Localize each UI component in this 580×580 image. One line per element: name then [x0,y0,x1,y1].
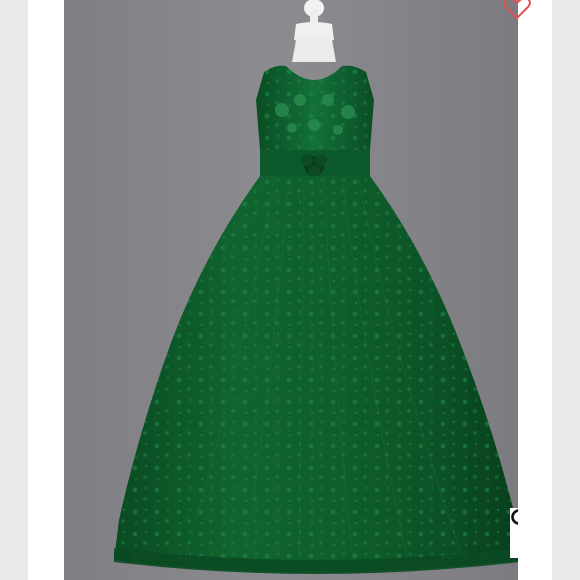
favorite-button[interactable] [500,0,534,22]
zoom-button[interactable] [510,508,518,558]
magnifier-icon [511,509,518,525]
mannequin [292,0,336,62]
product-image-card [28,0,552,580]
heart-outline-icon [503,0,531,20]
product-photo[interactable] [64,0,518,580]
page-left-gutter [0,0,28,580]
dress-illustration [114,0,518,574]
page-right-gutter [552,0,580,580]
